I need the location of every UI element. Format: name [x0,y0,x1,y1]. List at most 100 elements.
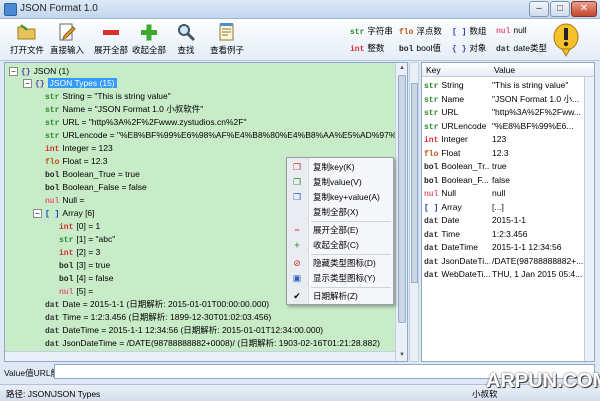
direct-input-button[interactable]: 直接输入 [48,22,86,56]
close-button[interactable]: ✕ [571,1,597,17]
view-example-button[interactable]: 查看例子 [207,22,247,56]
grid-value-cell: /DATE(98788888882+... [492,255,584,266]
maximize-button[interactable]: □ [550,1,570,17]
grid-row[interactable]: dat WebDateTi... THU, 1 Jan 2015 05:4... [422,268,594,281]
grid-row[interactable]: nul Null null [422,187,594,200]
menu-item-collapse-all[interactable]: + 收起全部(C) [287,238,393,252]
grid-vertical-scrollbar[interactable] [584,77,594,361]
menu-item-date-parse[interactable]: ✔ 日期解析(Z) [287,289,393,303]
minimize-button[interactable]: – [529,1,549,17]
tree-node-array[interactable]: −[ ] Array [6] [33,207,95,220]
tree-node-label: Boolean_False = false [62,182,147,192]
grid-row[interactable]: bol Boolean_F... false [422,174,594,187]
tree-node[interactable]: str URLencode = "%E8%BF%99%E6%98%AF%E4%B8… [45,129,407,142]
tree-node-label: URL = "http%3A%2F%2Fwww.zystudios.cn%2F" [62,117,247,127]
grid-row[interactable]: bol Boolean_Tr... true [422,160,594,173]
grid-row[interactable]: int Integer 123 [422,133,594,146]
scroll-thumb[interactable] [398,75,406,323]
tree-node[interactable]: str String = "This is string value" [45,90,171,103]
tree-node[interactable]: str Name = "JSON Format 1.0 小叔软件" [45,103,203,116]
tree-node[interactable]: flo Float = 12.3 [45,155,108,168]
scroll-down-icon[interactable]: ▼ [396,350,407,361]
value-column-header[interactable]: Value [494,65,515,75]
legend-float: flo 浮点数 [399,25,442,37]
grid-row[interactable]: [ ] Array [...] [422,201,594,214]
splitter-scrollbar[interactable] [409,62,419,362]
grid-row[interactable]: str URLencode "%E8%BF%99%E6... [422,120,594,133]
menu-item-copy-all[interactable]: 复制全部(X) [287,205,393,219]
tree-node[interactable]: int Integer = 123 [45,142,113,155]
tree-node[interactable]: dat DateTime = 2015-1-1 12:34:56 (日期解析: 2… [45,324,323,337]
grid-key-cell: str URLencode [424,120,490,134]
type-tag-icon: dat [424,230,439,240]
menu-item-copy-key-value[interactable]: ❐ 复制key+value(A) [287,190,393,204]
tree-node[interactable]: bol Boolean_False = false [45,181,147,194]
tree-node[interactable]: dat Time = 1:2:3.456 (日期解析: 1899-12-30T01… [45,311,271,324]
tree-node-label: [1] = "abc" [76,234,116,244]
array-item[interactable]: bol [4] = false [59,272,114,285]
legend-tag: str [350,28,365,37]
tree-node[interactable]: nul Null = [45,194,84,207]
type-tag-icon: str [424,82,439,91]
grid-row[interactable]: dat DateTime 2015-1-1 12:34:56 [422,241,594,254]
key-value-grid[interactable]: Key Value str String "This is string value… [421,62,595,362]
array-item[interactable]: int [2] = 3 [59,246,100,259]
legend-tag: nul [496,27,511,36]
tree-node-label: JSON Types (15) [47,78,117,88]
tree-node[interactable]: dat JsonDateTime = /DATE(98788888882+0008… [45,337,380,350]
grid-row[interactable]: dat Date 2015-1-1 [422,214,594,227]
grid-key-label: JsonDateTi... [441,255,490,266]
warning-icon[interactable] [552,22,580,58]
collapse-all-button[interactable]: 收起全部 [130,22,168,56]
collapse-toggle-icon[interactable]: − [9,67,18,77]
array-item[interactable]: int [0] = 1 [59,220,100,233]
open-file-label: 打开文件 [9,45,44,55]
menu-item-hide-icons[interactable]: ⊘ 隐藏类型图标(D) [287,256,393,270]
legend-integer: int 整数 [350,42,384,54]
grid-value-cell: "%E8%BF%99%E6... [492,120,574,131]
key-column-header[interactable]: Key [426,65,441,75]
tree-node[interactable]: bol Boolean_True = true [45,168,140,181]
grid-row[interactable]: str URL "http%3A%2F%2Fww... [422,106,594,119]
tree-node-label: Name = "JSON Format 1.0 小叔软件" [62,104,204,114]
grid-row[interactable]: flo Float 12.3 [422,147,594,160]
grid-key-label: Date [441,215,460,225]
collapse-toggle-icon[interactable]: − [23,79,32,89]
grid-value-cell: [...] [492,201,504,212]
grid-key-label: Time [441,228,460,239]
tree-node-label: Null = [62,195,85,205]
scroll-up-icon[interactable]: ▲ [396,63,407,74]
menu-item-copy-key[interactable]: ❐ 复制key(K) [287,160,393,174]
grid-row[interactable]: dat Time 1:2:3.456 [422,228,594,241]
menu-item-copy-value[interactable]: ❐ 复制value(V) [287,175,393,189]
tree-node[interactable]: str URL = "http%3A%2F%2Fwww.zystudios.cn%… [45,116,246,129]
tree-node-label: [0] = 1 [76,221,101,231]
array-item[interactable]: bol [3] = true [59,259,110,272]
tree-vertical-scrollbar[interactable]: ▲ ▼ [395,63,407,361]
expand-all-button[interactable]: 展开全部 [92,22,130,56]
grid-row[interactable]: str Name "JSON Format 1.0 小... [422,93,594,106]
tree-horizontal-scrollbar[interactable] [5,351,395,361]
array-item[interactable]: str [1] = "abc" [59,233,115,246]
type-tag-icon: int [424,136,439,145]
tree-node[interactable]: dat Date = 2015-1-1 (日期解析: 2015-01-01T00:… [45,298,269,311]
grid-key-cell: bol Boolean_F... [424,174,490,188]
grid-key-cell: flo Float [424,147,490,161]
menu-item-label: 收起全部(C) [313,240,359,250]
grid-row[interactable]: str String "This is string value" [422,79,594,92]
grid-row[interactable]: dat JsonDateTi.../DATE(98788888882+... [422,255,594,268]
edit-document-icon [59,23,76,41]
search-button[interactable]: 查找 [172,22,200,56]
menu-item-expand-all[interactable]: − 展开全部(E) [287,223,393,237]
app-icon [4,3,17,16]
array-item[interactable]: nul [5] = [59,285,93,298]
direct-input-label: 直接输入 [49,45,84,55]
collapse-toggle-icon[interactable]: − [33,209,42,219]
legend-label: 字符串 [367,26,393,36]
grid-key-cell: dat DateTime [424,241,490,255]
menu-item-show-icons[interactable]: ▣ 显示类型图标(Y) [287,271,393,285]
object-icon: {} [35,80,45,89]
scroll-thumb[interactable] [411,83,418,283]
tree-node-json-types[interactable]: −{} JSON Types (15) [23,77,117,90]
open-file-button[interactable]: 打开文件 [8,22,46,56]
